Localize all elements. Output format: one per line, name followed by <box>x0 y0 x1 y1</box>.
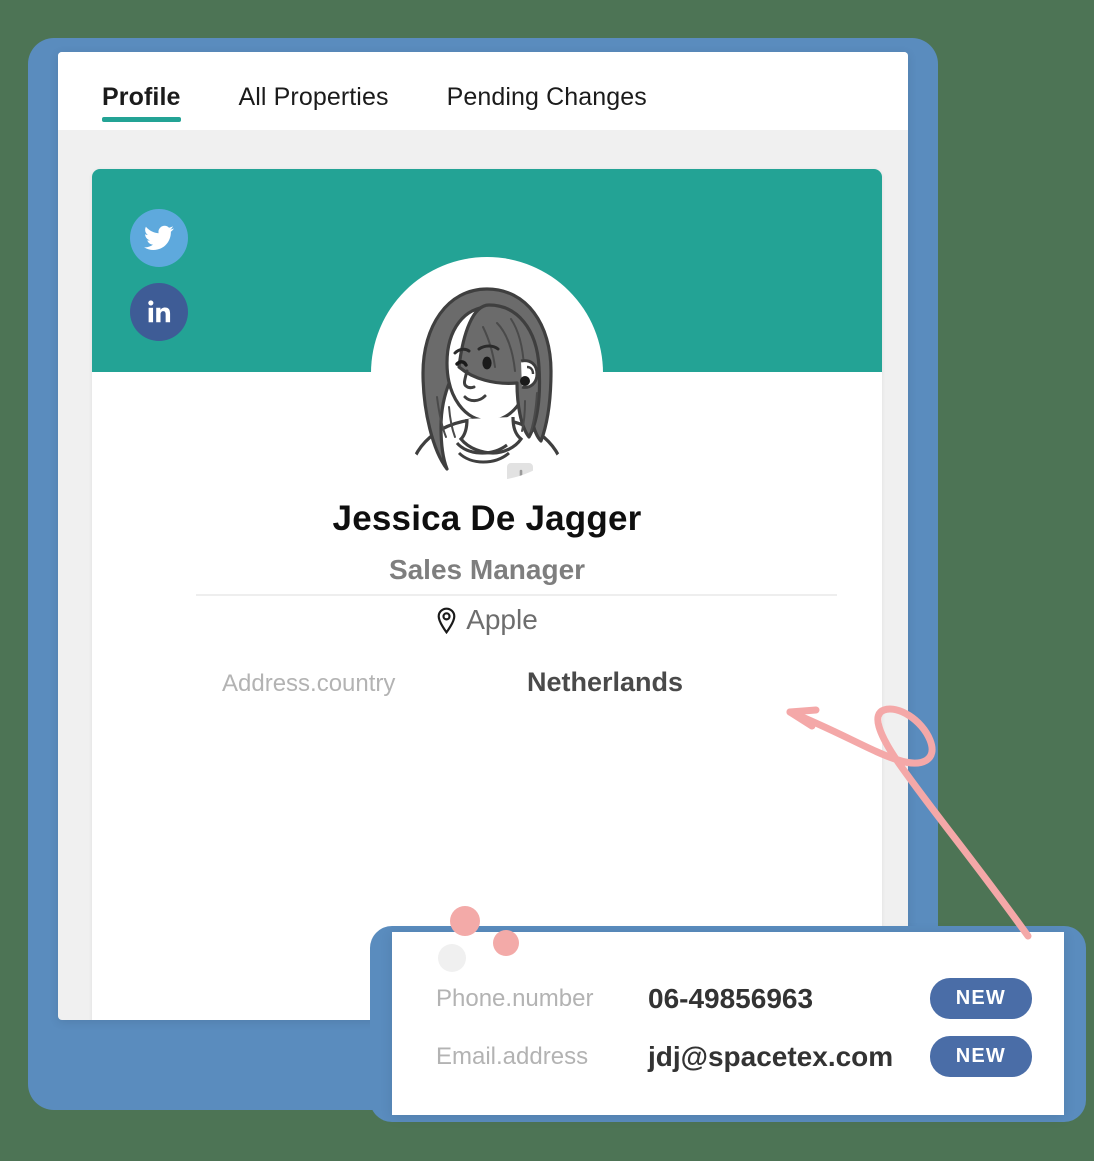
tab-all-properties[interactable]: All Properties <box>239 83 389 130</box>
overlay-row-key: Email.address <box>436 1042 589 1070</box>
pending-changes-overlay-card: Phone.number 06-49856963 NEW Email.addre… <box>392 906 1064 1115</box>
linkedin-link[interactable] <box>130 283 188 341</box>
tab-all-properties-label: All Properties <box>238 83 389 111</box>
overlay-row-key: Phone.number <box>436 984 594 1012</box>
tab-profile[interactable]: Profile <box>102 83 181 130</box>
tab-pending-changes[interactable]: Pending Changes <box>447 83 647 130</box>
status-badge-new-phone[interactable]: NEW <box>929 978 1032 1019</box>
app-window: Profile All Properties Pending Changes J… <box>58 52 908 1020</box>
profile-company: Apple <box>92 604 882 636</box>
status-badge-new-email[interactable]: NEW <box>929 1036 1032 1077</box>
decorative-dots <box>438 906 558 976</box>
map-pin-icon <box>437 607 456 634</box>
field-row-address-country: Address.country Netherlands <box>222 667 683 698</box>
tab-pending-changes-label: Pending Changes <box>446 83 647 111</box>
avatar <box>371 257 603 489</box>
profile-card: Jessica De Jagger Sales Manager Apple Ad… <box>92 169 882 1020</box>
overlay-row-phone-number: Phone.number 06-49856963 NEW <box>436 978 1032 1019</box>
social-links <box>130 209 188 341</box>
section-divider <box>196 594 837 596</box>
field-value: Netherlands <box>527 667 684 697</box>
profile-name: Jessica De Jagger <box>332 499 642 538</box>
dot-pink-small <box>493 930 519 956</box>
field-key: Address.country <box>222 670 396 697</box>
dot-pink-large <box>450 906 480 936</box>
screenshot-root: Profile All Properties Pending Changes J… <box>0 0 1094 1161</box>
tab-profile-label: Profile <box>102 83 181 111</box>
avatar-illustration-icon <box>379 265 595 481</box>
profile-role: Sales Manager <box>388 554 586 585</box>
overlay-row-value: 06-49856963 <box>648 982 814 1014</box>
twitter-link[interactable] <box>130 209 188 267</box>
dot-gray <box>438 944 466 972</box>
profile-company-label: Apple <box>466 604 538 635</box>
tab-bar: Profile All Properties Pending Changes <box>58 52 908 130</box>
linkedin-icon <box>148 300 171 323</box>
twitter-icon <box>143 225 174 250</box>
overlay-row-value: jdj@spacetex.com <box>648 1040 894 1072</box>
overlay-row-email-address: Email.address jdj@spacetex.com NEW <box>436 1036 1032 1077</box>
